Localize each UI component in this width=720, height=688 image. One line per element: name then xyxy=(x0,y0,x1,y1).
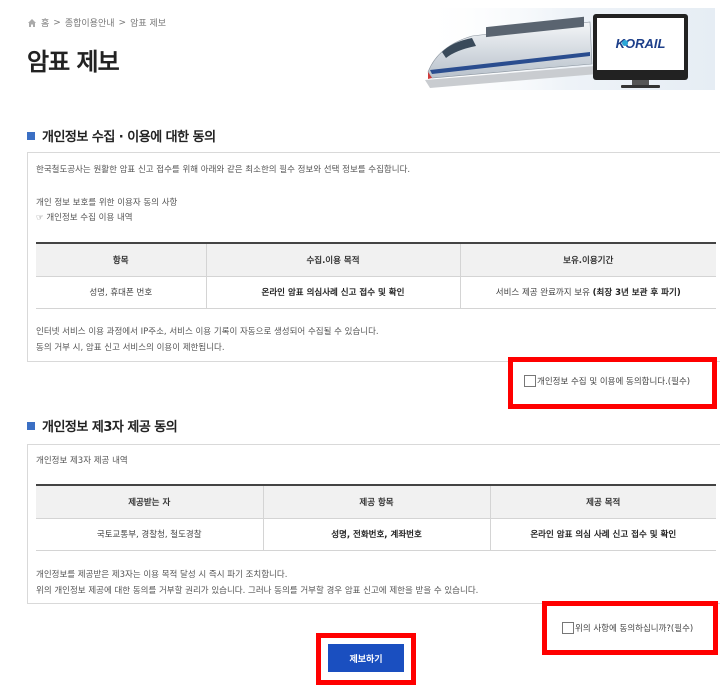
table-header-row: 항목 수집.이용 목적 보유.이용기간 xyxy=(36,242,716,277)
section-title-privacy-collection: 개인정보 수집 · 이용에 대한 동의 xyxy=(27,126,216,145)
privacy-subtitle-text: 개인 정보 보호를 위한 이용자 동의 사항 xyxy=(36,198,178,208)
table-row: 국토교통부, 경찰청, 철도경찰 성명, 전화번호, 계좌번호 온라인 암표 의… xyxy=(36,518,716,551)
table-cell: 성명, 휴대폰 번호 xyxy=(36,276,206,309)
submit-report-button[interactable]: 제보하기 xyxy=(328,644,404,672)
breadcrumb: 홈 > 종합이용안내 > 암표 제보 xyxy=(27,16,166,29)
third-party-table: 제공받는 자 제공 항목 제공 목적 국토교통부, 경찰청, 철도경찰 성명, … xyxy=(36,484,716,551)
privacy-consent-label[interactable]: 개인정보 수집 및 이용에 동의합니다.(필수) xyxy=(537,375,690,387)
table-cell: 성명, 전화번호, 계좌번호 xyxy=(262,518,490,551)
privacy-note-2: 동의 거부 시, 암표 신고 서비스의 이용이 제한됩니다. xyxy=(36,343,225,353)
home-icon[interactable] xyxy=(27,18,37,28)
third-party-consent-label[interactable]: 위의 사항에 동의하십니까?(필수) xyxy=(575,622,693,634)
breadcrumb-level1[interactable]: 종합이용안내 xyxy=(65,16,115,29)
table-cell: 온라인 암표 의심사례 신고 접수 및 확인 xyxy=(205,276,460,309)
breadcrumb-separator: > xyxy=(53,17,61,28)
privacy-details-link[interactable]: ☞ 개인정보 수집 이용 내역 xyxy=(36,210,133,226)
breadcrumb-home[interactable]: 홈 xyxy=(41,16,49,29)
table-header: 제공 목적 xyxy=(489,484,716,519)
table-header: 보유.이용기간 xyxy=(459,242,716,277)
breadcrumb-current: 암표 제보 xyxy=(130,19,167,29)
third-party-consent-checkbox[interactable]: 위의 사항에 동의하십니까?(필수) xyxy=(562,622,693,634)
table-row: 성명, 휴대폰 번호 온라인 암표 의심사례 신고 접수 및 확인 서비스 제공… xyxy=(36,276,716,309)
section-title-third-party: 개인정보 제3자 제공 동의 xyxy=(27,416,178,435)
table-header: 제공 항목 xyxy=(262,484,490,519)
privacy-note-1: 인터넷 서비스 이용 과정에서 IP주소, 서비스 이용 기록이 자동으로 생성… xyxy=(36,327,379,337)
third-party-note-1: 개인정보를 제공받은 제3자는 이용 목적 달성 시 즉시 파기 조치합니다. xyxy=(36,570,288,580)
table-header-row: 제공받는 자 제공 항목 제공 목적 xyxy=(36,484,716,519)
table-cell: 서비스 제공 완료까지 보유 (최장 3년 보관 후 파기) xyxy=(459,276,716,309)
third-party-intro-text: 개인정보 제3자 제공 내역 xyxy=(36,456,128,466)
checkbox-box[interactable] xyxy=(524,375,536,387)
privacy-consent-checkbox[interactable]: 개인정보 수집 및 이용에 동의합니다.(필수) xyxy=(524,375,690,387)
table-header: 제공받는 자 xyxy=(36,484,263,519)
privacy-intro-text: 한국철도공사는 원활한 암표 신고 접수를 위해 아래와 같은 최소한의 필수 … xyxy=(36,165,411,175)
third-party-note-2: 위의 개인정보 제공에 대한 동의를 거부할 권리가 있습니다. 그러나 동의를… xyxy=(36,586,479,596)
period-text: 서비스 제공 완료까지 보유 xyxy=(495,288,593,298)
checkbox-box[interactable] xyxy=(562,622,574,634)
hero-banner: KORAIL xyxy=(420,8,715,90)
period-bold-text: (최장 3년 보관 후 파기) xyxy=(592,288,681,298)
table-header: 항목 xyxy=(36,242,206,277)
page-title: 암표 제보 xyxy=(27,48,120,76)
section-marker-icon xyxy=(27,421,35,430)
table-cell: 온라인 암표 의심 사례 신고 접수 및 확인 xyxy=(489,518,716,551)
table-header: 수집.이용 목적 xyxy=(205,242,460,277)
section-title-text: 개인정보 제3자 제공 동의 xyxy=(42,420,178,435)
table-cell: 국토교통부, 경찰청, 철도경찰 xyxy=(36,518,263,551)
section-marker-icon xyxy=(27,131,35,140)
section-title-text: 개인정보 수집 · 이용에 대한 동의 xyxy=(42,130,216,145)
train-illustration: KORAIL xyxy=(420,8,715,90)
privacy-collection-table: 항목 수집.이용 목적 보유.이용기간 성명, 휴대폰 번호 온라인 암표 의심… xyxy=(36,242,716,309)
breadcrumb-separator: > xyxy=(118,17,127,28)
